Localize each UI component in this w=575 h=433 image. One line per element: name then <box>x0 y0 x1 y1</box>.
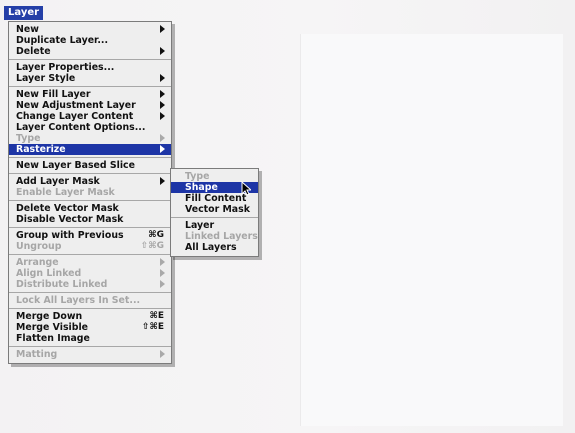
menu-item-label: Delete <box>16 46 51 57</box>
menu-item-label: Delete Vector Mask <box>16 203 119 214</box>
chevron-right-icon <box>160 280 165 288</box>
menu-item-label: Align Linked <box>16 268 82 279</box>
menu-item-duplicate-layer[interactable]: Duplicate Layer... <box>9 35 171 46</box>
submenu-item-label: Type <box>185 171 210 182</box>
menu-item-align-linked[interactable]: Align Linked <box>9 268 171 279</box>
submenu-item-vector-mask[interactable]: Vector Mask <box>171 204 258 215</box>
menu-item-delete-vector-mask[interactable]: Delete Vector Mask <box>9 203 171 214</box>
menu-item-label: Lock All Layers In Set... <box>16 295 141 306</box>
menu-item-label: Layer Content Options... <box>16 122 146 133</box>
shortcut-shift-command-e: ⇧⌘E <box>141 322 164 332</box>
chevron-right-icon <box>160 258 165 266</box>
menu-item-rasterize[interactable]: Rasterize <box>9 144 171 155</box>
menu-item-label: Disable Vector Mask <box>16 214 124 225</box>
menu-item-label: Add Layer Mask <box>16 176 100 187</box>
menu-item-label: Layer Style <box>16 73 76 84</box>
menu-item-group-with-previous[interactable]: Group with Previous ⌘G <box>9 230 171 241</box>
menu-separator <box>9 59 171 60</box>
menu-item-new-layer-based-slice[interactable]: New Layer Based Slice <box>9 160 171 171</box>
menu-item-label: Flatten Image <box>16 333 90 344</box>
submenu-item-label: Linked Layers <box>185 231 258 242</box>
layer-menu-title[interactable]: Layer <box>4 6 44 20</box>
rasterize-submenu: Type Shape Fill Content Vector Mask Laye… <box>170 168 259 257</box>
menu-item-label: Enable Layer Mask <box>16 187 115 198</box>
menu-item-label: New Adjustment Layer <box>16 100 136 111</box>
menu-item-label: Distribute Linked <box>16 279 108 290</box>
submenu-item-label: All Layers <box>185 242 237 253</box>
menu-separator <box>9 86 171 87</box>
menu-item-label: Type <box>16 133 41 144</box>
menu-item-label: New <box>16 24 39 35</box>
chevron-right-icon <box>160 25 165 33</box>
shortcut-command-g: ⌘G <box>148 230 164 240</box>
menu-item-add-layer-mask[interactable]: Add Layer Mask <box>9 176 171 187</box>
menu-separator <box>9 157 171 158</box>
shortcut-shift-command-g: ⇧⌘G <box>140 241 164 251</box>
chevron-right-icon <box>160 101 165 109</box>
menu-item-enable-layer-mask[interactable]: Enable Layer Mask <box>9 187 171 198</box>
menu-item-merge-down[interactable]: Merge Down ⌘E <box>9 311 171 322</box>
menu-item-label: Matting <box>16 349 58 360</box>
submenu-item-fill-content[interactable]: Fill Content <box>171 193 258 204</box>
chevron-right-icon <box>160 269 165 277</box>
document-canvas <box>300 34 563 426</box>
menu-item-label: New Fill Layer <box>16 89 91 100</box>
menu-item-label: Rasterize <box>16 144 66 155</box>
menu-separator <box>9 308 171 309</box>
menu-separator <box>9 173 171 174</box>
menu-separator <box>9 254 171 255</box>
menu-item-label: Layer Properties... <box>16 62 115 73</box>
menu-item-label: Change Layer Content <box>16 111 134 122</box>
chevron-right-icon <box>160 74 165 82</box>
menu-item-change-layer-content[interactable]: Change Layer Content <box>9 111 171 122</box>
submenu-item-label: Fill Content <box>185 193 247 204</box>
submenu-item-label: Layer <box>185 220 215 231</box>
submenu-item-shape[interactable]: Shape <box>171 181 258 196</box>
submenu-item-label: Vector Mask <box>185 204 250 215</box>
chevron-right-icon <box>160 177 165 185</box>
menu-item-label: Merge Down <box>16 311 83 322</box>
chevron-right-icon <box>160 145 165 153</box>
chevron-right-icon <box>160 90 165 98</box>
menu-item-matting[interactable]: Matting <box>9 349 171 360</box>
menu-item-label: Duplicate Layer... <box>16 35 109 46</box>
menu-item-new-adjustment-layer[interactable]: New Adjustment Layer <box>9 100 171 111</box>
submenu-separator <box>171 217 258 218</box>
menu-item-layer-properties[interactable]: Layer Properties... <box>9 62 171 73</box>
menu-item-type[interactable]: Type <box>9 133 171 144</box>
submenu-item-all-layers[interactable]: All Layers <box>171 242 258 253</box>
chevron-right-icon <box>160 134 165 142</box>
chevron-right-icon <box>160 47 165 55</box>
menu-item-label: Arrange <box>16 257 59 268</box>
menu-separator <box>9 292 171 293</box>
menu-item-lock-all-layers-in-set[interactable]: Lock All Layers In Set... <box>9 295 171 306</box>
chevron-right-icon <box>160 350 165 358</box>
menu-separator <box>9 227 171 228</box>
menu-item-layer-content-options[interactable]: Layer Content Options... <box>9 122 171 133</box>
menu-item-label: Merge Visible <box>16 322 89 333</box>
menu-item-new[interactable]: New <box>9 24 171 35</box>
menu-item-ungroup[interactable]: Ungroup ⇧⌘G <box>9 241 171 252</box>
menu-item-layer-style[interactable]: Layer Style <box>9 73 171 84</box>
menu-item-flatten-image[interactable]: Flatten Image <box>9 333 171 344</box>
menu-item-label: New Layer Based Slice <box>16 160 135 171</box>
shortcut-command-e: ⌘E <box>149 311 165 321</box>
menu-item-new-fill-layer[interactable]: New Fill Layer <box>9 89 171 100</box>
menu-separator <box>9 346 171 347</box>
menu-item-delete[interactable]: Delete <box>9 46 171 57</box>
menu-item-label: Group with Previous <box>16 230 124 241</box>
submenu-item-layer[interactable]: Layer <box>171 220 258 231</box>
submenu-item-linked-layers[interactable]: Linked Layers <box>171 231 258 242</box>
submenu-item-label: Shape <box>185 182 218 193</box>
menu-item-merge-visible[interactable]: Merge Visible ⇧⌘E <box>9 322 171 333</box>
menu-item-label: Ungroup <box>16 241 62 252</box>
menu-item-distribute-linked[interactable]: Distribute Linked <box>9 279 171 290</box>
menu-item-disable-vector-mask[interactable]: Disable Vector Mask <box>9 214 171 225</box>
menu-separator <box>9 200 171 201</box>
chevron-right-icon <box>160 112 165 120</box>
layer-menu: New Duplicate Layer... Delete Layer Prop… <box>8 21 172 364</box>
menu-item-arrange[interactable]: Arrange <box>9 257 171 268</box>
